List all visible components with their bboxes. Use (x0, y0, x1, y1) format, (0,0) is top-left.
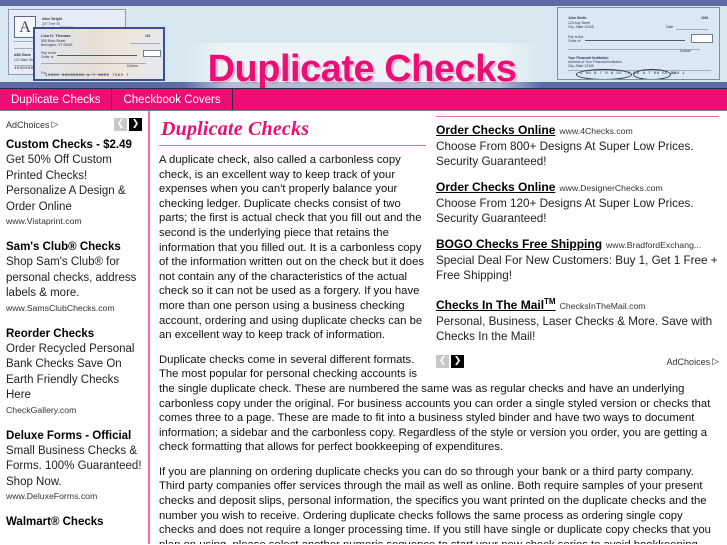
article-paragraph: Duplicate checks come in several differe… (159, 353, 711, 454)
ad-url[interactable]: ChecksInTheMail.com (560, 301, 646, 311)
right-ad-sidebar: Order Checks Online www.4Checks.com Choos… (436, 116, 719, 368)
right-ad-footer: ❮ ❯ AdChoices ▷ (436, 355, 719, 368)
right-ad-item: BOGO Checks Free Shipping www.BradfordExc… (436, 237, 719, 283)
ad-url[interactable]: www.SamsClubChecks.com (6, 303, 142, 314)
previous-arrow-icon[interactable]: ❮ (114, 118, 127, 131)
page-root: A Allen Wright 207 Tree St Burlington, V… (0, 0, 727, 545)
adchoices-label: AdChoices (6, 119, 50, 130)
ad-title[interactable]: Sam's Club® Checks (6, 240, 142, 254)
ad-description: Personal, Business, Laser Checks & More.… (436, 315, 713, 343)
ad-title[interactable]: Checks In The MailTM (436, 297, 556, 312)
right-ad-heading: Order Checks Online www.4Checks.com (436, 123, 719, 139)
left-ad-sidebar: AdChoices ▷ ❮ ❯ Custom Checks - $2.49 Ge… (0, 111, 148, 544)
right-ad-pager: ❮ ❯ (436, 355, 464, 368)
check-sample-flag-image: Lisa H. Thomas 555 Birch Street Burlingt… (33, 27, 165, 81)
ad-url[interactable]: www.DesignerChecks.com (559, 183, 662, 193)
ad-description: Choose From 800+ Designs At Super Low Pr… (436, 140, 694, 168)
check-dollars-label: Dollars (127, 64, 138, 68)
ad-title[interactable]: Reorder Checks (6, 327, 142, 341)
ad-url[interactable]: www.Vistaprint.com (6, 216, 142, 227)
ad-url[interactable]: www.DeluxeForms.com (6, 491, 142, 502)
adchoices-link[interactable]: AdChoices ▷ (6, 120, 58, 130)
trademark-icon: TM (544, 297, 556, 306)
ad-description: Order Recycled Personal Bank Checks Save… (6, 342, 135, 402)
check-date-label: Date (666, 25, 674, 29)
right-ads-divider (436, 116, 719, 117)
main-content: Order Checks Online www.4Checks.com Choos… (148, 111, 727, 544)
ad-description: Shop Sam's Club® for personal checks, ad… (6, 256, 137, 299)
article-paragraph: If you are planning on ordering duplicat… (159, 465, 711, 544)
left-adchoices-row: AdChoices ▷ ❮ ❯ (6, 117, 142, 132)
right-ad-heading: Checks In The MailTM ChecksInTheMail.com (436, 294, 719, 314)
ad-description: Choose From 120+ Designs At Super Low Pr… (436, 197, 694, 225)
adchoices-link[interactable]: AdChoices ▷ (667, 357, 719, 367)
check-line-date (676, 29, 708, 30)
adchoices-icon: ▷ (712, 356, 719, 366)
check-line-payee (585, 40, 685, 41)
check-micr-check-number: a00 1 (671, 72, 686, 76)
check-number: 1001 (701, 16, 709, 20)
ad-title-text: Checks In The Mail (436, 298, 545, 312)
check-orderof-label: Order of (41, 55, 54, 59)
check-holder-address-2: City, State 12345 (568, 25, 594, 29)
next-arrow-icon[interactable]: ❯ (129, 118, 142, 131)
check-holder-name: Allen Wright (42, 17, 62, 21)
page-title-divider (159, 145, 426, 146)
ad-description: Get 50% Off Custom Printed Checks! Perso… (6, 154, 126, 213)
check-orderof-label: Order of (568, 39, 581, 43)
check-holder-name: John Smith (568, 16, 587, 20)
right-ad-item: Order Checks Online www.DesignerChecks.co… (436, 180, 719, 226)
nav-item-checkbook-covers[interactable]: Checkbook Covers (112, 89, 233, 110)
ad-title[interactable]: BOGO Checks Free Shipping (436, 237, 602, 251)
next-arrow-icon[interactable]: ❯ (451, 355, 464, 368)
check-bank-name: ABC Bank (14, 53, 31, 57)
check-holder-name: Lisa H. Thomas (41, 33, 71, 38)
adchoices-label: AdChoices (666, 356, 711, 367)
right-ad-item: Checks In The MailTM ChecksInTheMail.com … (436, 294, 719, 344)
left-ad-item: Walmart® Checks (6, 515, 142, 529)
account-number-highlight-ellipse (633, 69, 671, 79)
nav-item-label: Duplicate Checks (11, 93, 101, 106)
right-ad-heading: Order Checks Online www.DesignerChecks.co… (436, 180, 719, 196)
routing-number-highlight-ellipse (576, 69, 632, 79)
check-number: 101 (145, 34, 151, 38)
check-bank-city: City, State 12345 (568, 64, 594, 68)
ad-title[interactable]: Order Checks Online (436, 123, 555, 137)
check-sample-routing-image: John Smith 123 Any Street City, State 12… (557, 7, 720, 80)
page-body: AdChoices ▷ ❮ ❯ Custom Checks - $2.49 Ge… (0, 111, 727, 544)
check-dollars-label: Dollars (680, 49, 691, 53)
ad-description: Special Deal For New Customers: Buy 1, G… (436, 254, 718, 282)
ad-url[interactable]: www.BradfordExchang... (606, 240, 701, 250)
check-line-date (130, 43, 160, 44)
ad-description: Small Business Checks & Forms. 100% Guar… (6, 444, 142, 488)
main-navigation: Duplicate Checks Checkbook Covers (0, 88, 727, 111)
ad-title[interactable]: Custom Checks - $2.49 (6, 138, 142, 152)
check-line-payee (57, 55, 137, 56)
ad-title[interactable]: Deluxe Forms - Official (6, 429, 142, 443)
right-ad-heading: BOGO Checks Free Shipping www.BradfordExc… (436, 237, 719, 253)
check-micr-line: 40000 00000008 a 7 0655 7890 7 (45, 74, 130, 78)
nav-item-duplicate-checks[interactable]: Duplicate Checks (0, 89, 113, 110)
adchoices-icon: ▷ (51, 119, 59, 129)
site-header: A Allen Wright 207 Tree St Burlington, V… (0, 0, 727, 88)
left-ad-item: Deluxe Forms - Official Small Business C… (6, 429, 142, 503)
left-ad-item: Custom Checks - $2.49 Get 50% Off Custom… (6, 138, 142, 227)
left-ad-item: Sam's Club® Checks Shop Sam's Club® for … (6, 240, 142, 314)
nav-item-label: Checkbook Covers (123, 93, 221, 106)
ad-url[interactable]: www.4Checks.com (559, 126, 632, 136)
check-amount-box (143, 50, 161, 57)
check-amount-box (691, 34, 713, 43)
ad-title[interactable]: Order Checks Online (436, 180, 555, 194)
left-ad-item: Reorder Checks Order Recycled Personal B… (6, 327, 142, 416)
right-ad-item: Order Checks Online www.4Checks.com Choos… (436, 123, 719, 169)
ad-url[interactable]: CheckGallery.com (6, 405, 142, 416)
left-ad-pager: ❮ ❯ (114, 118, 142, 131)
previous-arrow-icon[interactable]: ❮ (436, 355, 449, 368)
check-holder-address-2: Burlington, VT 05401 (41, 43, 73, 47)
ad-title[interactable]: Walmart® Checks (6, 515, 142, 529)
page-title-banner: Duplicate Checks (182, 43, 542, 88)
